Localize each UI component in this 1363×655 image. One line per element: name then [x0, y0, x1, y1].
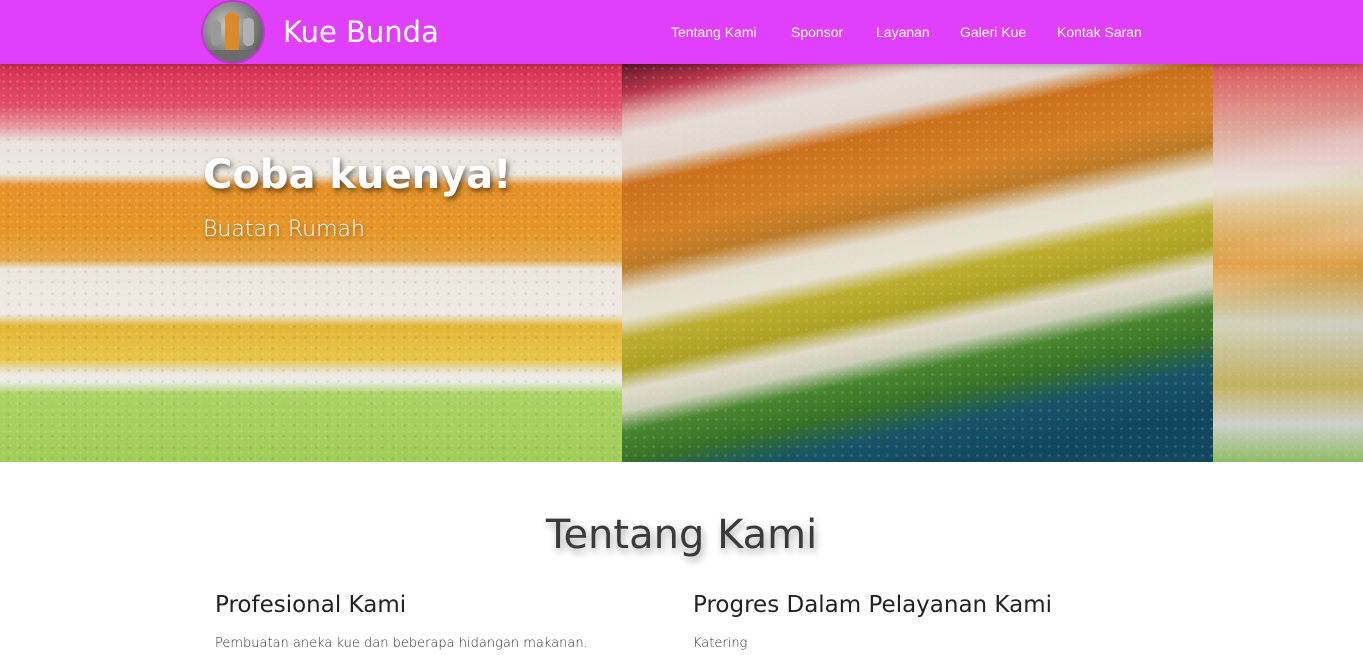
column-heading: Progres Dalam Pelayanan Kami	[693, 592, 1053, 618]
about-column-progress: Progres Dalam Pelayanan Kami Katering	[693, 592, 1133, 651]
column-text: Pembuatan aneka kue dan beberapa hidanga…	[215, 636, 588, 651]
about-column-professional: Profesional Kami Pembuatan aneka kue dan…	[215, 592, 655, 651]
nav-link-tentang-kami[interactable]: Tentang Kami	[671, 24, 757, 40]
brand-link[interactable]: Kue Bunda	[203, 0, 439, 64]
section-title: Tentang Kami	[545, 512, 818, 558]
hero-title: Coba kuenya!	[203, 152, 512, 198]
hero-subtitle: Buatan Rumah	[203, 217, 365, 242]
navbar: Kue Bunda Tentang Kami Sponsor Layanan G…	[0, 0, 1363, 64]
column-text: Katering	[693, 636, 748, 651]
hero-banner: Coba kuenya! Buatan Rumah	[0, 64, 1363, 462]
logo-avatar	[203, 2, 263, 62]
brand-name: Kue Bunda	[283, 15, 439, 49]
nav-link-kontak-saran[interactable]: Kontak Saran	[1057, 24, 1142, 40]
nav-link-layanan[interactable]: Layanan	[876, 24, 930, 40]
column-heading: Profesional Kami	[215, 592, 407, 618]
nav-link-sponsor[interactable]: Sponsor	[791, 24, 843, 40]
nav-link-galeri-kue[interactable]: Galeri Kue	[960, 24, 1026, 40]
